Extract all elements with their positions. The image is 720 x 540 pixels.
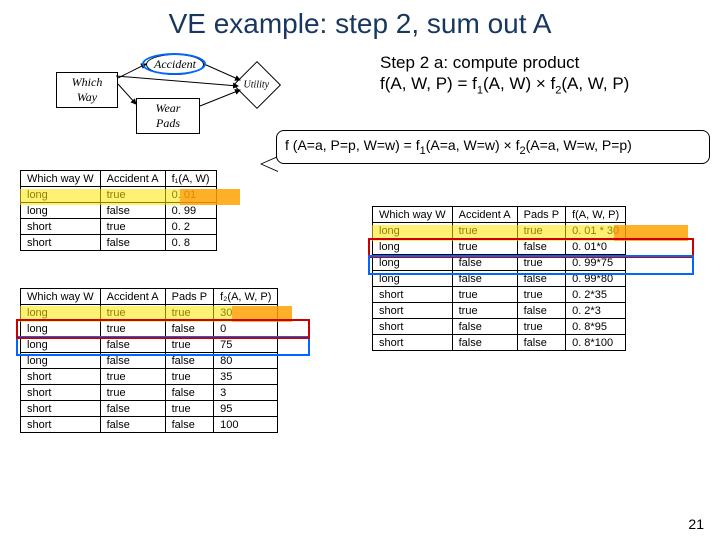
cell: 0. 8*100 <box>566 335 626 351</box>
speech-mid1: (A=a, W=w) × f <box>426 137 520 153</box>
cell: false <box>100 235 165 251</box>
step-description: Step 2 a: compute product f(A, W, P) = f… <box>380 52 629 98</box>
node-utility: Utility <box>233 61 281 109</box>
speech-mid2: (A=a, W=w, P=p) <box>526 137 632 153</box>
t2-h2: Pads P <box>165 289 213 305</box>
cell: true <box>165 369 213 385</box>
highlight-f1-val <box>180 189 240 205</box>
step-line1: Step 2 a: compute product <box>380 53 579 72</box>
page-number: 21 <box>688 516 704 532</box>
cell: 0. 8*95 <box>566 319 626 335</box>
t3-h1: Accident A <box>452 207 517 223</box>
cell: 0. 2 <box>165 219 216 235</box>
cell: false <box>165 385 213 401</box>
cell: false <box>100 417 165 433</box>
cell: short <box>21 417 101 433</box>
cell: false <box>517 335 565 351</box>
cell: false <box>452 335 517 351</box>
cell: 100 <box>214 417 278 433</box>
highlight-blue-row <box>16 336 310 356</box>
step-line2-mid: (A, W) × f <box>483 74 555 93</box>
t3-h3: f(A, W, P) <box>566 207 626 223</box>
cell: true <box>100 219 165 235</box>
speech-bubble: f (A=a, P=p, W=w) = f1(A=a, W=w) × f2(A=… <box>276 130 710 164</box>
t2-h0: Which way W <box>21 289 101 305</box>
highlight-t3-blue <box>368 255 694 275</box>
t2-h1: Accident A <box>100 289 165 305</box>
t3-h0: Which way W <box>373 207 453 223</box>
t3-h2: Pads P <box>517 207 565 223</box>
cell: true <box>452 287 517 303</box>
t1-h1: Accident A <box>100 171 165 187</box>
cell: short <box>21 401 101 417</box>
cell: 95 <box>214 401 278 417</box>
cell: short <box>373 303 453 319</box>
speech-tail <box>260 156 278 172</box>
cell: false <box>452 319 517 335</box>
speech-pre: f (A=a, P=p, W=w) = f <box>285 137 420 153</box>
cell: false <box>517 303 565 319</box>
t1-h2: f₁(A, W) <box>165 171 216 187</box>
cell: true <box>517 287 565 303</box>
t2-h3: f₂(A, W, P) <box>214 289 278 305</box>
cell: true <box>100 369 165 385</box>
cell: short <box>21 385 101 401</box>
cell: 35 <box>214 369 278 385</box>
cell: true <box>100 385 165 401</box>
cell: false <box>165 417 213 433</box>
table-f1: Which way WAccident Af₁(A, W) longtrue0.… <box>20 170 217 251</box>
step-line2-pre: f(A, W, P) = f <box>380 74 477 93</box>
cell: short <box>21 219 101 235</box>
cell: 3 <box>214 385 278 401</box>
cell: short <box>373 319 453 335</box>
node-wearpads: Wear Pads <box>136 98 200 134</box>
cell: short <box>373 287 453 303</box>
cell: true <box>165 401 213 417</box>
cell: 0. 2*3 <box>566 303 626 319</box>
t1-h0: Which way W <box>21 171 101 187</box>
step-line2-post: (A, W, P) <box>561 74 629 93</box>
cell: true <box>517 319 565 335</box>
highlight-accident-oval <box>142 53 206 75</box>
node-whichway: Which Way <box>56 72 118 108</box>
slide-title: VE example: step 2, sum out A <box>0 0 720 46</box>
cell: short <box>21 369 101 385</box>
cell: true <box>452 303 517 319</box>
cell: 0. 2*35 <box>566 287 626 303</box>
cell: 0. 8 <box>165 235 216 251</box>
cell: short <box>21 235 101 251</box>
cell: short <box>373 335 453 351</box>
cell: false <box>100 401 165 417</box>
highlight-red-row <box>16 319 310 339</box>
